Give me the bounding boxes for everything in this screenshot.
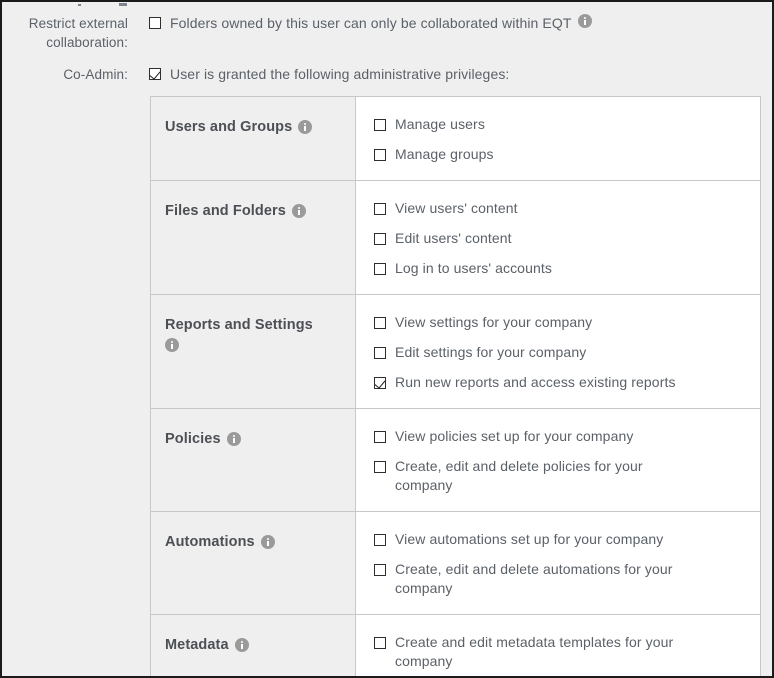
privilege-label: View policies set up for your company <box>395 428 634 444</box>
info-icon[interactable] <box>291 204 306 218</box>
info-icon[interactable] <box>226 432 241 446</box>
list-item[interactable]: View policies set up for your company <box>374 427 748 446</box>
category-label: Automations <box>165 534 255 550</box>
table-row: Files and Folders View users' content Ed… <box>151 181 760 295</box>
list-item[interactable]: Log in to users' accounts <box>374 259 748 278</box>
list-item[interactable]: Manage users <box>374 115 748 134</box>
list-item[interactable]: View users' content <box>374 199 748 218</box>
co-admin-label: Co-Admin: <box>63 67 128 82</box>
privilege-label: View users' content <box>395 200 518 216</box>
privilege-label: View settings for your company <box>395 314 593 330</box>
privilege-category-files-and-folders: Files and Folders <box>151 181 356 294</box>
privilege-checkbox-view-settings[interactable] <box>374 317 386 329</box>
privilege-label: Log in to users' accounts <box>395 260 552 276</box>
privilege-label: Manage users <box>395 116 485 132</box>
list-item[interactable]: View automations set up for your company <box>374 530 748 549</box>
privilege-label: Create, edit and delete policies for you… <box>395 458 643 493</box>
info-icon[interactable] <box>165 338 179 352</box>
category-label: Users and Groups <box>165 119 293 135</box>
clipped-glyph-right <box>119 3 127 6</box>
list-item[interactable]: View settings for your company <box>374 313 748 332</box>
category-label: Reports and Settings <box>165 317 313 333</box>
privilege-options-policies: View policies set up for your company Cr… <box>356 409 760 511</box>
co-admin-option[interactable]: User is granted the following administra… <box>149 65 509 83</box>
privilege-options-users-and-groups: Manage users Manage groups <box>356 97 760 180</box>
privilege-checkbox-create-edit-metadata-templates[interactable] <box>374 637 386 649</box>
privilege-checkbox-create-edit-delete-automations[interactable] <box>374 564 386 576</box>
co-admin-row: Co-Admin: User is granted the following … <box>2 65 509 84</box>
restrict-external-collaboration-text: Folders owned by this user can only be c… <box>170 15 572 31</box>
table-row: Users and Groups Manage users Manage gro… <box>151 97 760 181</box>
table-row: Metadata Create and edit metadata templa… <box>151 615 760 676</box>
info-icon[interactable] <box>298 120 313 134</box>
privilege-checkbox-log-in-to-users-accounts[interactable] <box>374 263 386 275</box>
privilege-options-files-and-folders: View users' content Edit users' content … <box>356 181 760 294</box>
clipped-top-artifact <box>2 2 772 6</box>
privilege-category-reports-and-settings: Reports and Settings <box>151 295 356 408</box>
privilege-label: Manage groups <box>395 146 494 162</box>
info-icon[interactable] <box>577 14 592 28</box>
privilege-checkbox-view-automations[interactable] <box>374 534 386 546</box>
list-item[interactable]: Create, edit and delete automations for … <box>374 560 748 598</box>
restrict-label-line-1: Restrict external <box>28 16 128 31</box>
list-item[interactable]: Manage groups <box>374 145 748 164</box>
privilege-checkbox-view-users-content[interactable] <box>374 203 386 215</box>
privilege-label: View automations set up for your company <box>395 531 664 547</box>
privilege-category-policies: Policies <box>151 409 356 511</box>
table-row: Reports and Settings View settings for y… <box>151 295 760 409</box>
privilege-checkbox-create-edit-delete-policies[interactable] <box>374 461 386 473</box>
info-icon[interactable] <box>234 638 249 652</box>
co-admin-checkbox[interactable] <box>149 68 161 80</box>
category-label: Files and Folders <box>165 203 286 219</box>
privilege-checkbox-view-policies[interactable] <box>374 431 386 443</box>
clipped-glyph-left <box>78 4 81 6</box>
admin-privileges-panel: Restrict external collaboration: Folders… <box>0 0 774 678</box>
list-item[interactable]: Edit users' content <box>374 229 748 248</box>
restrict-external-collaboration-label: Restrict external collaboration: <box>2 14 128 52</box>
list-item[interactable]: Run new reports and access existing repo… <box>374 373 748 392</box>
category-label: Policies <box>165 431 221 447</box>
table-row: Automations View automations set up for … <box>151 512 760 615</box>
list-item[interactable]: Create and edit metadata templates for y… <box>374 633 748 671</box>
privilege-checkbox-run-new-reports[interactable] <box>374 377 386 389</box>
privilege-category-automations: Automations <box>151 512 356 614</box>
list-item[interactable]: Edit settings for your company <box>374 343 748 362</box>
info-icon[interactable] <box>260 535 275 549</box>
privilege-checkbox-edit-users-content[interactable] <box>374 233 386 245</box>
privilege-options-metadata: Create and edit metadata templates for y… <box>356 615 760 676</box>
privilege-options-automations: View automations set up for your company… <box>356 512 760 614</box>
privilege-label: Run new reports and access existing repo… <box>395 374 676 390</box>
privilege-checkbox-manage-groups[interactable] <box>374 149 386 161</box>
admin-privileges-table: Users and Groups Manage users Manage gro… <box>150 96 761 676</box>
privilege-checkbox-manage-users[interactable] <box>374 119 386 131</box>
list-item[interactable]: Create, edit and delete policies for you… <box>374 457 748 495</box>
category-label: Metadata <box>165 637 229 653</box>
privilege-category-users-and-groups: Users and Groups <box>151 97 356 180</box>
privilege-checkbox-edit-settings[interactable] <box>374 347 386 359</box>
privilege-label: Edit users' content <box>395 230 512 246</box>
restrict-label-line-2: collaboration: <box>46 35 128 50</box>
restrict-external-collaboration-checkbox[interactable] <box>149 17 161 29</box>
restrict-external-collaboration-option[interactable]: Folders owned by this user can only be c… <box>149 14 592 32</box>
privilege-label: Edit settings for your company <box>395 344 587 360</box>
co-admin-text: User is granted the following administra… <box>170 66 510 82</box>
privilege-label: Create and edit metadata templates for y… <box>395 634 674 669</box>
privilege-category-metadata: Metadata <box>151 615 356 676</box>
privilege-options-reports-and-settings: View settings for your company Edit sett… <box>356 295 760 408</box>
privilege-label: Create, edit and delete automations for … <box>395 561 673 596</box>
restrict-external-collaboration-row: Restrict external collaboration: Folders… <box>2 14 592 52</box>
table-row: Policies View policies set up for your c… <box>151 409 760 512</box>
